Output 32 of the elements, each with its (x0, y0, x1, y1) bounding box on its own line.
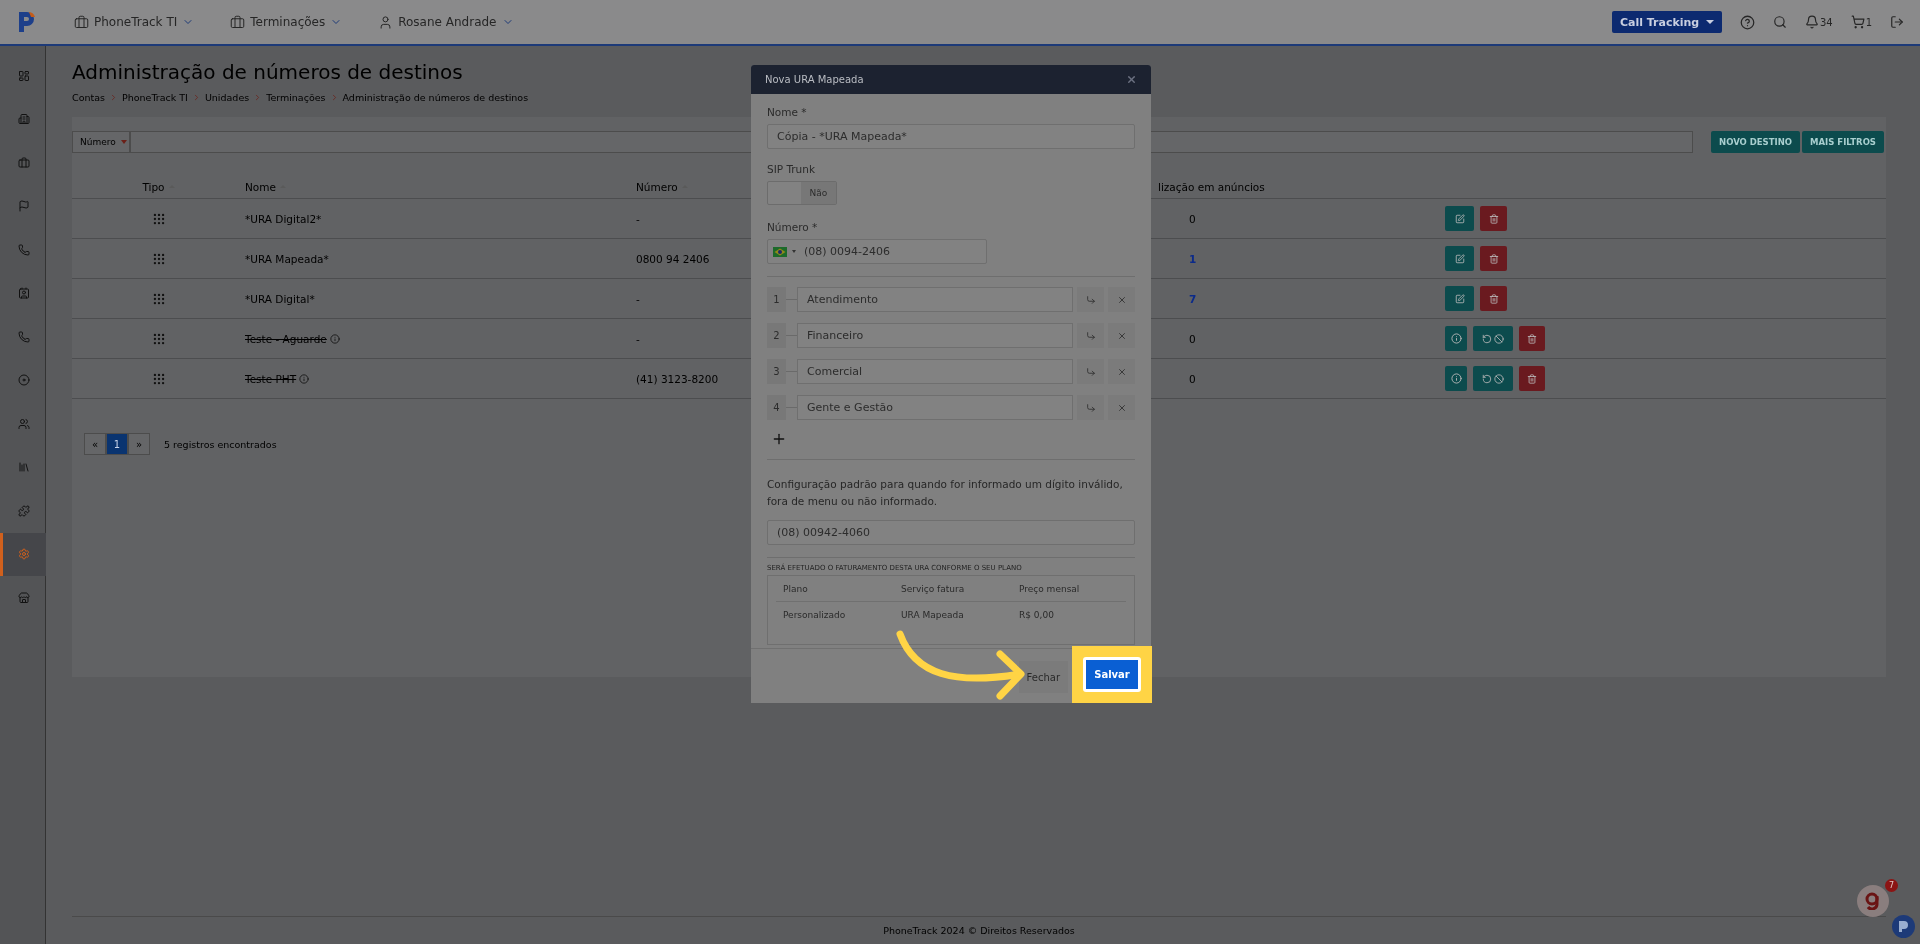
name-text: Teste PHT (245, 372, 297, 385)
usage-count: 0 (1189, 212, 1196, 225)
table-cell: - (636, 212, 640, 225)
footer-text: PhoneTrack 2024 © Direitos Reservados (72, 916, 1886, 944)
field-label: SIP Trunk (767, 163, 816, 175)
usage-count: 0 (1189, 332, 1196, 345)
default-config-text: Configuração padrão para quando for informado um dígito inválido, fora de menu ou não informado. (767, 477, 1124, 509)
name-text: *URA Digital2* (245, 212, 322, 225)
field-label: Número * (767, 221, 819, 233)
billing-cell: URA Mapeada (901, 610, 964, 620)
table-cell: - (636, 292, 640, 305)
option-key: 3 (767, 359, 786, 384)
option-key: 4 (767, 395, 786, 420)
name-text: *URA Mapeada* (245, 252, 329, 265)
records-count: 5 registros encontrados (164, 438, 277, 450)
page-title: Administração de números de destinos (72, 60, 463, 84)
table-cell: - (636, 332, 640, 345)
option-key: 1 (767, 287, 786, 312)
notification-badge: 7 (1885, 879, 1898, 892)
billing-header: Serviço fatura (901, 583, 965, 594)
billing-header: Plano (783, 583, 808, 594)
option-key: 2 (767, 323, 786, 348)
name-text: Teste - Aguarde (245, 332, 327, 345)
billing-header: Preço mensal (1019, 583, 1080, 594)
billing-cell: R$ 0,00 (1019, 610, 1054, 620)
field-label: Nome * (767, 106, 808, 118)
usage-count: 0 (1189, 372, 1196, 385)
name-text: *URA Digital* (245, 292, 315, 305)
modal-title: Nova URA Mapeada (765, 74, 864, 85)
table-cell: (41) 3123-8200 (636, 372, 719, 385)
billing-cell: Personalizado (783, 610, 846, 620)
table-cell: 0800 94 2406 (636, 252, 710, 265)
